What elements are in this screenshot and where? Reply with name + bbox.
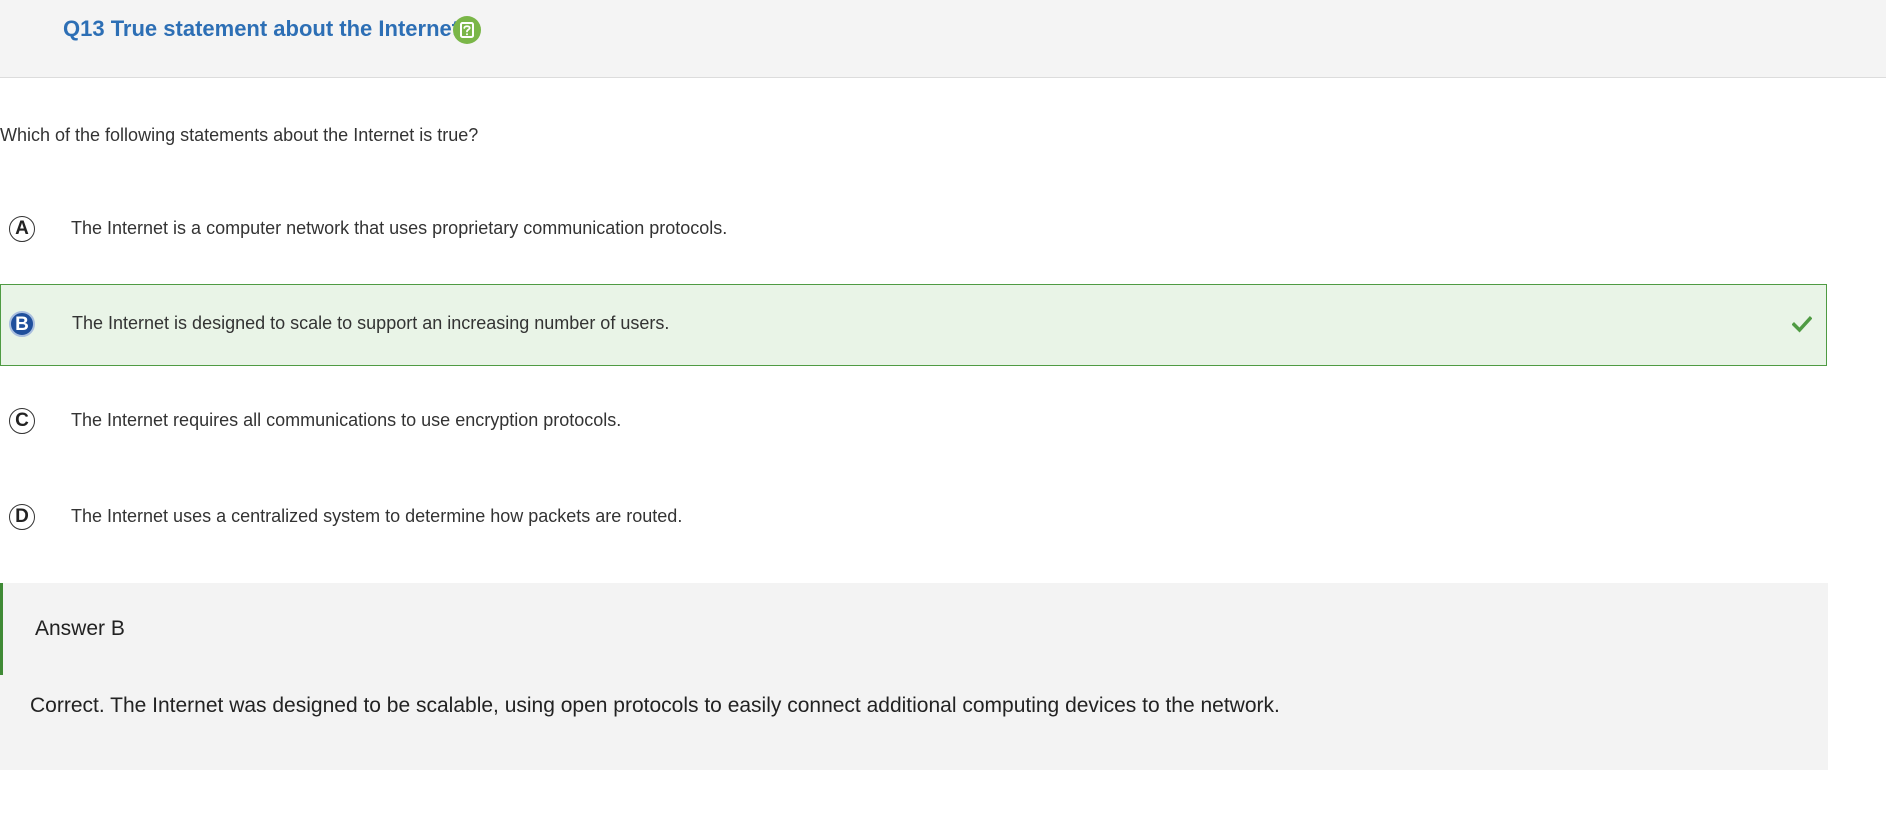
option-letter-b[interactable]: B — [9, 311, 35, 337]
answer-option-c[interactable]: C The Internet requires all communicatio… — [0, 381, 1827, 463]
help-question-icon-glyph — [460, 22, 474, 38]
option-text-c: The Internet requires all communications… — [71, 410, 622, 430]
answer-heading: Answer B — [35, 617, 125, 640]
option-letter-a[interactable]: A — [9, 216, 35, 242]
question-title: Q13 True statement about the Internet — [63, 16, 460, 41]
option-letter-c[interactable]: C — [9, 408, 35, 434]
answer-explanation: Correct. The Internet was designed to be… — [30, 694, 1280, 717]
option-text-d: The Internet uses a centralized system t… — [71, 506, 683, 526]
correct-check-icon — [1791, 315, 1813, 333]
option-text-a: The Internet is a computer network that … — [71, 218, 728, 238]
answer-accent-bar — [0, 583, 3, 675]
question-prompt: Which of the following statements about … — [0, 125, 479, 145]
answer-option-b[interactable]: B The Internet is designed to scale to s… — [0, 284, 1827, 366]
answer-feedback-panel: Answer B Correct. The Internet was desig… — [0, 583, 1828, 770]
answer-option-a[interactable]: A The Internet is a computer network tha… — [0, 189, 1827, 271]
option-text-b: The Internet is designed to scale to sup… — [72, 313, 670, 333]
help-question-icon[interactable] — [453, 16, 481, 44]
option-letter-d[interactable]: D — [9, 504, 35, 530]
answer-option-d[interactable]: D The Internet uses a centralized system… — [0, 477, 1827, 559]
check-icon — [1791, 316, 1813, 333]
question-header: Q13 True statement about the Internet — [0, 0, 1886, 78]
